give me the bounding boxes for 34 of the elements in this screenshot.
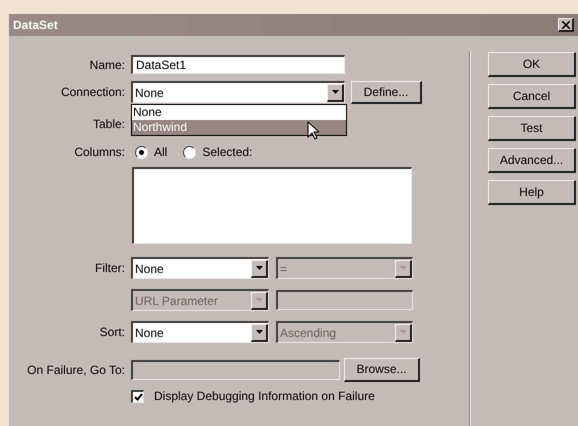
caret-icon bbox=[256, 266, 262, 270]
caret-icon bbox=[332, 90, 338, 94]
dialog-button[interactable]: Cancel bbox=[488, 84, 576, 109]
dropdown[interactable]: None bbox=[131, 81, 345, 103]
define-button[interactable]: Define... bbox=[351, 80, 422, 104]
dropdown[interactable]: None bbox=[131, 321, 269, 343]
radio-label: Selected: bbox=[202, 144, 252, 161]
radio-button[interactable] bbox=[183, 146, 196, 158]
dialog-button[interactable]: Help bbox=[488, 180, 576, 205]
field-label: Table: bbox=[92, 116, 125, 133]
name-field[interactable]: DataSet1 bbox=[131, 55, 345, 74]
field-label: Sort: bbox=[100, 324, 125, 341]
caret-icon bbox=[256, 298, 262, 302]
dialog-button[interactable]: Test bbox=[488, 116, 576, 141]
field-label: Filter: bbox=[95, 260, 125, 277]
caret-icon bbox=[256, 330, 262, 334]
caret-icon bbox=[400, 266, 406, 270]
caret-icon bbox=[400, 330, 406, 334]
field-label: Name: bbox=[90, 56, 125, 74]
field-label: Connection: bbox=[60, 84, 125, 101]
window-title: DataSet bbox=[13, 17, 59, 34]
field-label: On Failure, Go To: bbox=[27, 362, 125, 378]
close-icon bbox=[562, 20, 570, 28]
checkbox[interactable] bbox=[131, 390, 144, 402]
columns-list[interactable] bbox=[132, 167, 412, 244]
dropdown[interactable]: None bbox=[131, 257, 269, 279]
dialog-button[interactable]: OK bbox=[488, 52, 576, 77]
dropdown-option[interactable]: Northwind bbox=[132, 120, 346, 135]
close-button[interactable] bbox=[558, 18, 574, 32]
dialog-button[interactable]: Advanced... bbox=[488, 148, 576, 173]
radio-button[interactable] bbox=[135, 146, 148, 158]
radio-label: All bbox=[154, 144, 168, 161]
checkbox-label: Display Debugging Information on Failure bbox=[154, 388, 375, 405]
field-label: Columns: bbox=[74, 144, 125, 161]
